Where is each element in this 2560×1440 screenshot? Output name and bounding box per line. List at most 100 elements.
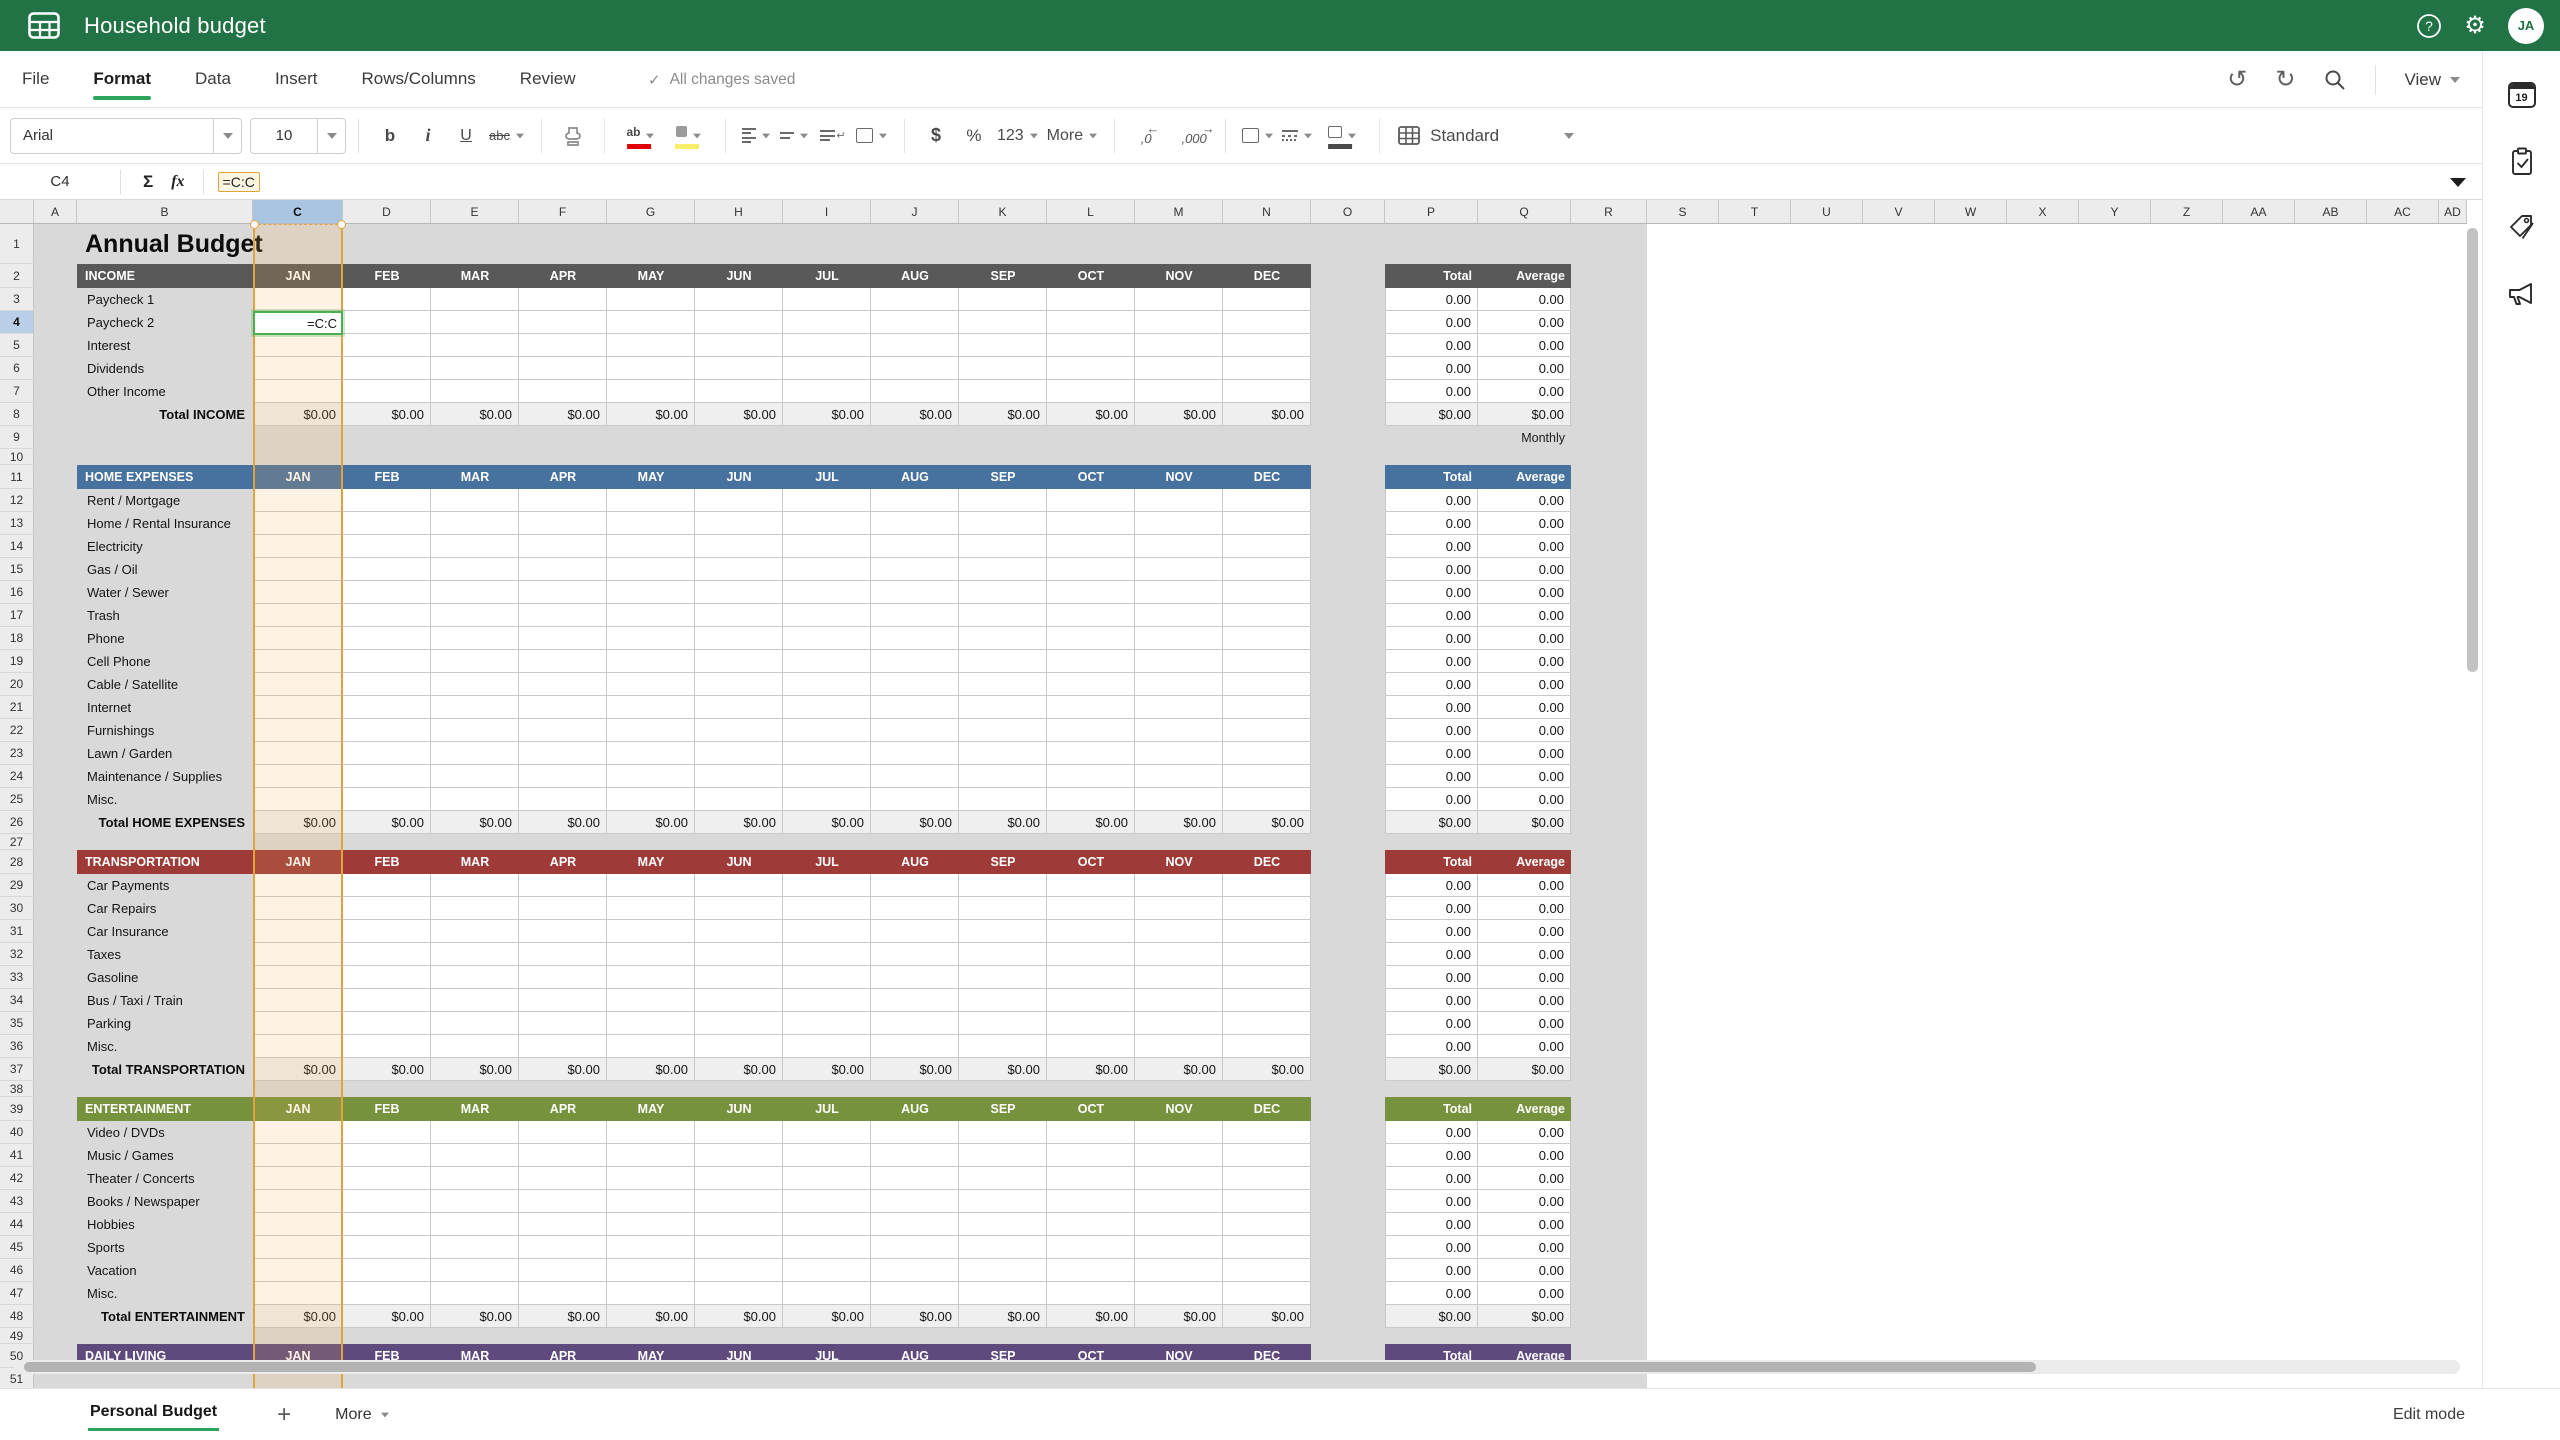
cell[interactable] [1935, 627, 2007, 650]
cell[interactable] [1311, 224, 1385, 264]
cell[interactable] [2439, 1012, 2467, 1035]
month-value-cell[interactable] [253, 719, 343, 742]
month-header-cell[interactable]: AUG [871, 1097, 959, 1121]
month-value-cell[interactable] [1047, 1236, 1135, 1259]
month-value-cell[interactable] [431, 512, 519, 535]
month-value-cell[interactable] [1223, 920, 1311, 943]
month-value-cell[interactable] [519, 581, 607, 604]
month-header-cell[interactable]: MAY [607, 264, 695, 288]
cell[interactable] [2439, 604, 2467, 627]
row-header-22[interactable]: 22 [0, 719, 34, 742]
month-value-cell[interactable] [253, 1259, 343, 1282]
cell[interactable] [1571, 850, 1647, 874]
item-label-cell[interactable]: Car Repairs [77, 897, 253, 920]
month-value-cell[interactable] [519, 489, 607, 512]
cell[interactable] [2079, 604, 2151, 627]
month-value-cell[interactable] [871, 765, 959, 788]
month-value-cell[interactable] [253, 1282, 343, 1305]
month-value-cell[interactable] [695, 920, 783, 943]
cell[interactable] [2079, 850, 2151, 874]
cell[interactable] [1311, 426, 1385, 449]
cell[interactable] [1719, 334, 1791, 357]
cell[interactable] [34, 1035, 77, 1058]
cell[interactable] [1863, 811, 1935, 834]
cell[interactable] [783, 834, 871, 850]
month-value-cell[interactable] [343, 1035, 431, 1058]
section-total-cell[interactable]: $0.00 [253, 811, 343, 834]
monthly-note-cell[interactable]: Monthly [1478, 426, 1571, 449]
cell[interactable] [1135, 449, 1223, 465]
vertical-scrollbar-thumb[interactable] [2467, 228, 2478, 672]
cell[interactable] [1647, 535, 1719, 558]
cell[interactable] [343, 224, 431, 264]
month-value-cell[interactable] [519, 673, 607, 696]
feedback-megaphone-icon[interactable] [2506, 277, 2538, 309]
cell[interactable] [1791, 989, 1863, 1012]
cell[interactable] [1935, 1081, 2007, 1097]
month-value-cell[interactable] [959, 1259, 1047, 1282]
month-value-cell[interactable] [519, 535, 607, 558]
vertical-align-button[interactable] [780, 118, 810, 154]
cell[interactable] [2151, 403, 2223, 426]
cell[interactable] [2079, 558, 2151, 581]
month-value-cell[interactable] [1047, 334, 1135, 357]
row-header-13[interactable]: 13 [0, 512, 34, 535]
cell[interactable] [1719, 742, 1791, 765]
month-value-cell[interactable] [253, 334, 343, 357]
cell[interactable] [2223, 627, 2295, 650]
month-value-cell[interactable] [1135, 489, 1223, 512]
month-value-cell[interactable] [695, 673, 783, 696]
month-value-cell[interactable] [253, 673, 343, 696]
column-header-E[interactable]: E [431, 200, 519, 224]
cell[interactable] [2007, 449, 2079, 465]
cell[interactable] [1647, 288, 1719, 311]
month-value-cell[interactable] [1047, 1035, 1135, 1058]
row-header-36[interactable]: 36 [0, 1035, 34, 1058]
sheet-title-cell[interactable]: Annual Budget [77, 224, 253, 264]
month-value-cell[interactable] [1047, 1121, 1135, 1144]
section-total-cell[interactable]: $0.00 [607, 403, 695, 426]
month-value-cell[interactable] [253, 558, 343, 581]
month-value-cell[interactable] [343, 966, 431, 989]
cell[interactable] [2295, 1097, 2367, 1121]
month-value-cell[interactable] [695, 874, 783, 897]
number-format-button[interactable]: 123 [997, 118, 1039, 154]
cell[interactable] [1935, 380, 2007, 403]
cell[interactable] [1719, 264, 1791, 288]
month-value-cell[interactable] [519, 627, 607, 650]
month-value-cell[interactable] [1047, 380, 1135, 403]
month-value-cell[interactable] [519, 288, 607, 311]
month-value-cell[interactable] [343, 380, 431, 403]
cell[interactable] [2007, 874, 2079, 897]
row-average-cell[interactable]: 0.00 [1478, 334, 1571, 357]
month-value-cell[interactable] [959, 535, 1047, 558]
cell[interactable] [2223, 449, 2295, 465]
cell[interactable] [2151, 1167, 2223, 1190]
cell[interactable] [1047, 1328, 1135, 1344]
cell[interactable] [1571, 1167, 1647, 1190]
cell[interactable] [2367, 673, 2439, 696]
month-value-cell[interactable] [1223, 696, 1311, 719]
cell[interactable] [2007, 1144, 2079, 1167]
month-header-cell[interactable]: SEP [959, 465, 1047, 489]
month-value-cell[interactable] [607, 765, 695, 788]
autosum-icon[interactable]: Σ [143, 172, 153, 192]
month-value-cell[interactable] [871, 742, 959, 765]
cell[interactable] [1935, 1236, 2007, 1259]
cell[interactable] [2367, 1167, 2439, 1190]
month-value-cell[interactable] [1223, 874, 1311, 897]
cell[interactable] [2439, 1144, 2467, 1167]
month-value-cell[interactable] [959, 1236, 1047, 1259]
month-value-cell[interactable] [695, 489, 783, 512]
cell[interactable] [34, 1213, 77, 1236]
month-value-cell[interactable] [1135, 558, 1223, 581]
month-value-cell[interactable] [253, 1213, 343, 1236]
cell[interactable] [2007, 742, 2079, 765]
cell[interactable] [2007, 512, 2079, 535]
section-total-cell[interactable]: $0.00 [1223, 811, 1311, 834]
cell[interactable] [1571, 874, 1647, 897]
cell[interactable] [2079, 1012, 2151, 1035]
cell[interactable] [1647, 1259, 1719, 1282]
row-total-cell[interactable]: 0.00 [1385, 288, 1478, 311]
cell[interactable] [1863, 966, 1935, 989]
